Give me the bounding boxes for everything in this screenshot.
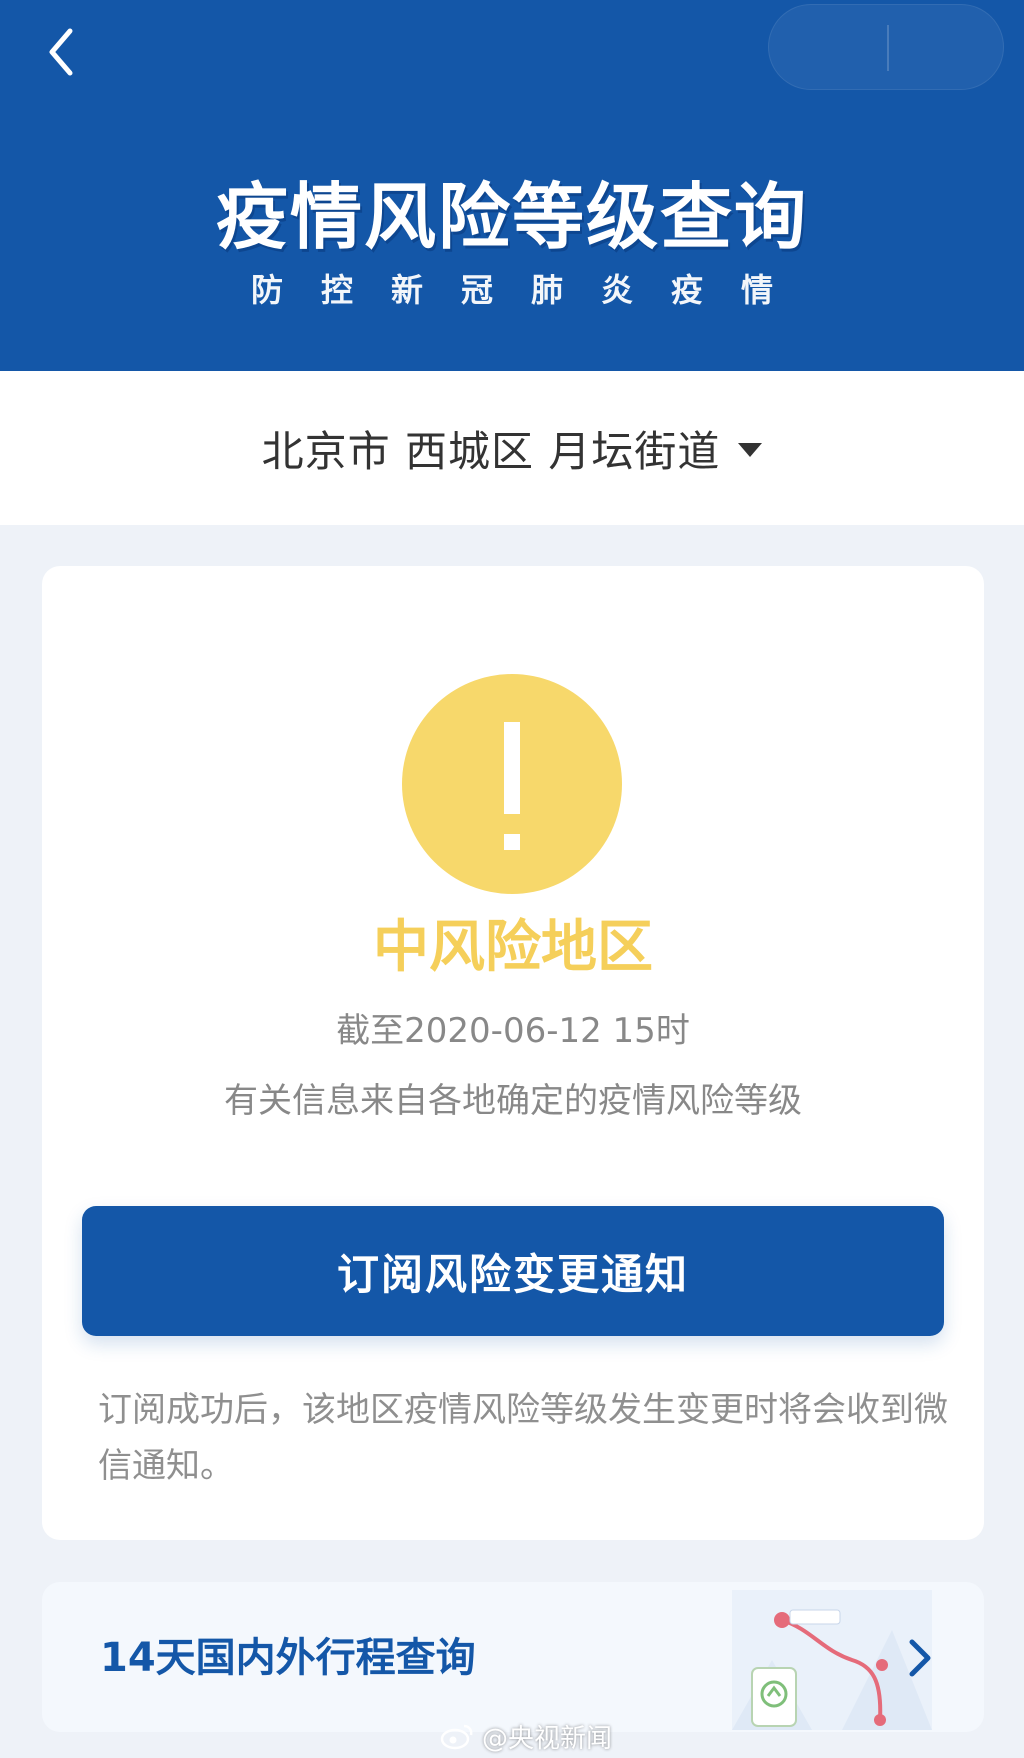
exclamation-bar (504, 722, 520, 814)
header-banner: 疫情风险等级查询 防控新冠肺炎疫情 (0, 0, 1024, 371)
itinerary-label: 14天国内外行程查询 (100, 1635, 476, 1681)
subscribe-button[interactable]: 订阅风险变更通知 (82, 1206, 944, 1336)
chevron-left-icon (49, 28, 73, 76)
back-button[interactable] (36, 22, 86, 82)
location-text: 北京市 西城区 月坛街道 (261, 426, 721, 476)
exclamation-dot (504, 834, 520, 850)
source-watermark: @央视新闻 (440, 1718, 612, 1754)
risk-card: 中风险地区 截至2020-06-12 15时 有关信息来自各地确定的疫情风险等级… (42, 566, 984, 1540)
location-selector[interactable]: 北京市 西城区 月坛街道 (0, 371, 1024, 525)
weibo-logo-icon (440, 1724, 473, 1750)
watermark-text: @央视新闻 (482, 1723, 613, 1754)
exclamation-icon (402, 674, 622, 894)
itinerary-query-card[interactable]: 14天国内外行程查询 (42, 1582, 984, 1732)
page-subtitle: 防控新冠肺炎疫情 (250, 271, 811, 309)
capsule-divider (887, 25, 889, 71)
page-title: 疫情风险等级查询 (215, 175, 808, 259)
chevron-right-icon (909, 1639, 931, 1677)
caret-down-icon (738, 443, 763, 457)
mini-program-capsule[interactable] (768, 4, 1004, 90)
risk-level-label: 中风险地区 (373, 915, 653, 980)
risk-source-note: 有关信息来自各地确定的疫情风险等级 (224, 1081, 802, 1121)
subscribe-note: 订阅成功后，该地区疫情风险等级发生变更时将会收到微信通知。 (98, 1390, 948, 1486)
risk-date: 截至2020-06-12 15时 (336, 1011, 690, 1051)
